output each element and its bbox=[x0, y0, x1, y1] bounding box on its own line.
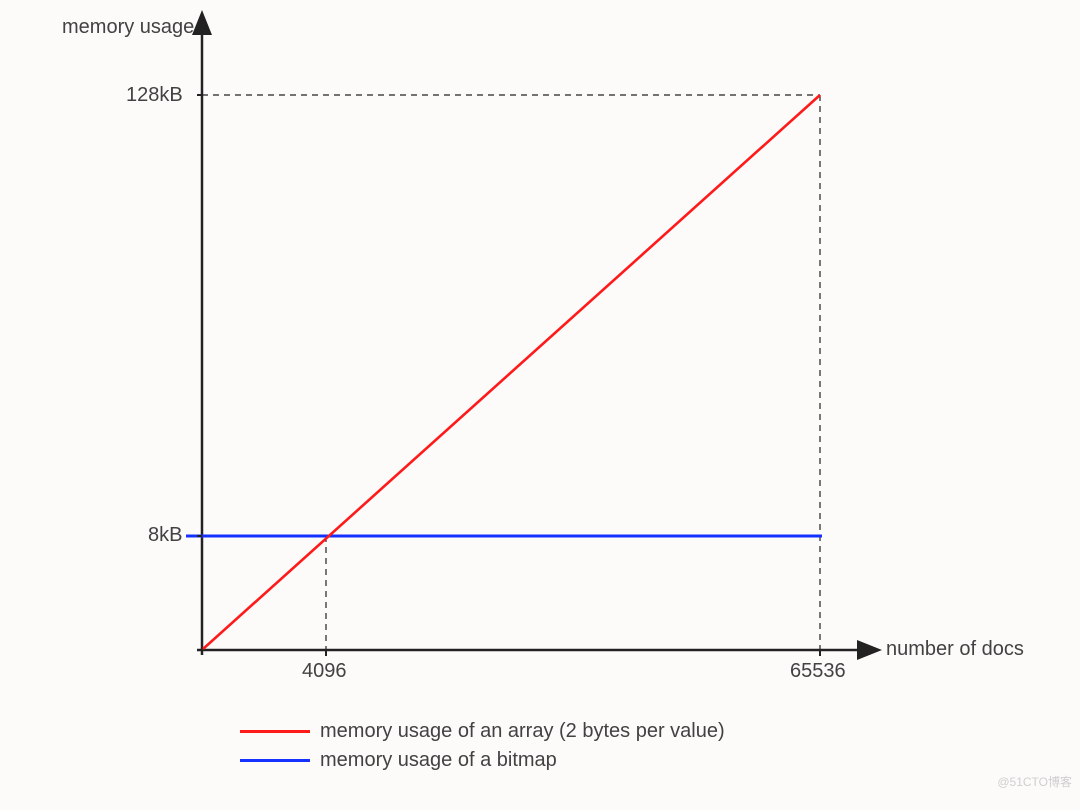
chart: memory usage number of docs 128kB 8kB 40… bbox=[0, 0, 1080, 810]
x-tick-label-65536: 65536 bbox=[790, 660, 846, 683]
legend-label-bitmap: memory usage of a bitmap bbox=[320, 749, 557, 772]
watermark: @51CTO博客 bbox=[997, 773, 1072, 790]
legend-swatch-array bbox=[240, 730, 310, 733]
legend-item-bitmap: memory usage of a bitmap bbox=[240, 749, 725, 772]
y-axis-label: memory usage bbox=[62, 16, 194, 39]
legend-item-array: memory usage of an array (2 bytes per va… bbox=[240, 720, 725, 743]
y-tick-label-8kb: 8kB bbox=[148, 524, 182, 547]
legend: memory usage of an array (2 bytes per va… bbox=[240, 720, 725, 778]
x-tick-label-4096: 4096 bbox=[302, 660, 347, 683]
legend-label-array: memory usage of an array (2 bytes per va… bbox=[320, 720, 725, 743]
legend-swatch-bitmap bbox=[240, 759, 310, 762]
x-axis-label: number of docs bbox=[886, 638, 1024, 661]
series-array bbox=[203, 95, 820, 649]
chart-svg bbox=[0, 0, 1080, 810]
y-tick-label-128kb: 128kB bbox=[126, 84, 183, 107]
